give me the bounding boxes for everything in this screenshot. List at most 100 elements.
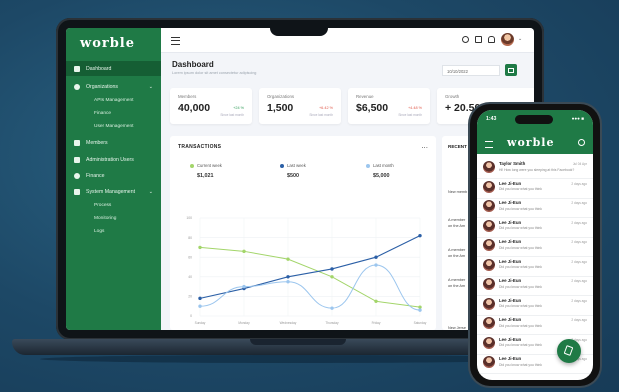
data-point[interactable] <box>286 280 290 284</box>
recent-item[interactable]: A member <box>448 218 465 222</box>
data-point[interactable] <box>418 305 422 309</box>
chat-preview: Did you know what you think <box>499 245 542 250</box>
chat-name: Lee Ji-Eun <box>499 258 522 264</box>
recent-item[interactable]: A member <box>448 248 465 252</box>
chat-item[interactable]: Lee Ji-Eun Did you know what you think 2 d… <box>477 236 593 257</box>
x-tick-label: Monday <box>238 321 250 325</box>
data-point[interactable] <box>198 304 202 308</box>
brand-logo[interactable]: worble <box>80 36 135 51</box>
transactions-line-chart: 0 20 40 60 80 100 Sunday Monday Wednesday Thursda… <box>186 216 426 325</box>
chat-item[interactable]: Lee Ji-Eun Did you know what you think 2 d… <box>477 217 593 238</box>
stat-value: 40,000 <box>178 102 211 114</box>
data-point[interactable] <box>374 299 378 303</box>
data-point[interactable] <box>242 249 246 254</box>
recent-item[interactable]: on the Am <box>448 224 465 228</box>
stat-value: 1,500 <box>267 102 294 114</box>
chat-item[interactable]: Lee Ji-Eun Did you know what you think 2 d… <box>477 295 593 316</box>
bell-icon[interactable] <box>488 36 495 43</box>
data-point[interactable] <box>418 308 422 312</box>
recent-item[interactable]: A member <box>448 278 465 282</box>
sidebar-subitem-monitoring[interactable]: Monitoring <box>94 216 116 221</box>
sidebar-item-administration-users[interactable]: Administration Users <box>66 152 161 167</box>
chat-item[interactable]: Taylor Smith Hi! How long were you sleepi… <box>477 158 593 179</box>
search-icon[interactable] <box>578 139 585 146</box>
series-line-current-week <box>199 246 421 308</box>
data-point[interactable] <box>418 233 422 238</box>
data-point[interactable] <box>242 284 246 289</box>
chevron-down-icon: ⌄ <box>148 83 153 90</box>
stat-change: +24 % <box>233 106 244 110</box>
data-point[interactable] <box>198 245 202 250</box>
avatar <box>483 239 495 251</box>
chat-item[interactable]: Lee Ji-Eun Did you know what you think 2 d… <box>477 275 593 296</box>
avatar <box>483 200 495 212</box>
search-icon[interactable] <box>462 36 469 43</box>
menu-icon[interactable] <box>171 37 180 45</box>
data-point[interactable] <box>374 263 378 267</box>
chat-item[interactable]: Lee Ji-Eun Did you know what you think 2 d… <box>477 314 593 335</box>
chat-item[interactable]: Lee Ji-Eun Did you know what you think 2 d… <box>477 197 593 218</box>
chat-preview: Did you know what you think <box>499 304 542 308</box>
stat-note: Since last month <box>309 113 333 117</box>
chat-name: Lee Ji-Eun <box>499 317 522 322</box>
data-point[interactable] <box>374 255 378 259</box>
recent-item[interactable]: New Jerse <box>448 326 466 330</box>
chat-time: 2 days ago <box>571 240 587 244</box>
avatar <box>483 356 495 368</box>
chat-time: 2 days ago <box>571 259 587 264</box>
chat-item[interactable]: Lee Ji-Eun Did you know what you think 2 d… <box>477 178 593 199</box>
sidebar-subitem-logs[interactable]: Logs <box>94 229 104 234</box>
data-point[interactable] <box>198 296 202 301</box>
calendar-button[interactable] <box>505 64 517 76</box>
sidebar-item-finance[interactable]: Finance <box>66 168 161 183</box>
compose-button[interactable] <box>557 339 581 363</box>
data-point[interactable] <box>330 275 334 279</box>
transactions-card: TRANSACTIONS ... Current week $1,021 Las… <box>170 136 436 330</box>
brand-logo[interactable]: worble <box>507 136 554 149</box>
chat-name: Lee Ji-Eun <box>499 278 522 283</box>
sidebar-item-organizations[interactable]: Organizations ⌄ <box>66 79 161 94</box>
sidebar-subitem-process[interactable]: Process <box>94 203 111 208</box>
data-point[interactable] <box>330 267 334 271</box>
stat-card-members: Members 40,000 +24 % Since last month <box>170 88 252 124</box>
stat-change: +4.48 % <box>407 106 422 110</box>
chat-preview: Did you know what you think <box>499 187 542 191</box>
sidebar-item-members[interactable]: Members <box>66 135 161 150</box>
sidebar-item-label: Members <box>86 139 108 146</box>
data-point[interactable] <box>286 275 290 279</box>
data-point[interactable] <box>330 306 334 310</box>
avatar <box>483 336 495 349</box>
laptop-camera-notch <box>270 22 328 36</box>
sidebar-item-system-management[interactable]: System Management ⌄ <box>66 184 161 199</box>
menu-icon[interactable] <box>485 141 493 148</box>
chevron-down-icon[interactable]: ⌄ <box>518 36 522 42</box>
avatar[interactable] <box>501 33 514 46</box>
stat-label: Revenue <box>356 94 374 99</box>
chat-icon[interactable] <box>475 36 482 43</box>
sidebar-subitem-apis[interactable]: APIs Management <box>94 98 133 103</box>
sidebar-subitem-user-management[interactable]: User Management <box>94 124 133 129</box>
recent-item[interactable]: New memb <box>448 190 467 194</box>
chat-item[interactable]: Lee Ji-Eun Did you know what you think 2 d… <box>477 256 593 277</box>
y-tick-label: 20 <box>188 295 192 299</box>
date-input[interactable]: 10/10/2022 <box>442 65 500 76</box>
phone-header: 1:43 ●●● ■ worble <box>477 110 593 154</box>
laptop-base-notch <box>250 339 346 345</box>
data-point[interactable] <box>286 257 290 261</box>
chat-time: 2 days ago <box>571 279 587 283</box>
avatar <box>483 258 495 271</box>
chat-preview: Did you know what you think <box>499 323 542 328</box>
recent-item[interactable]: on the Am <box>448 284 465 288</box>
chat-preview: Did you know what you think <box>499 284 542 289</box>
avatar <box>483 161 495 173</box>
page-subtitle: Lorem ipsum dolor sit amet consectetur a… <box>172 71 257 75</box>
sidebar-subitem-finance[interactable]: Finance <box>94 111 111 116</box>
chat-time: 2 days ago <box>571 220 587 225</box>
stat-note: Since last month <box>220 113 244 117</box>
sidebar-item-dashboard[interactable]: Dashboard <box>66 61 161 76</box>
recent-item[interactable]: on the Am <box>448 254 465 258</box>
y-tick-label: 100 <box>186 216 192 220</box>
chat-name: Lee Ji-Eun <box>499 200 522 205</box>
stat-label: Organizations <box>267 94 295 99</box>
chat-time: 2 days ago <box>571 201 587 205</box>
